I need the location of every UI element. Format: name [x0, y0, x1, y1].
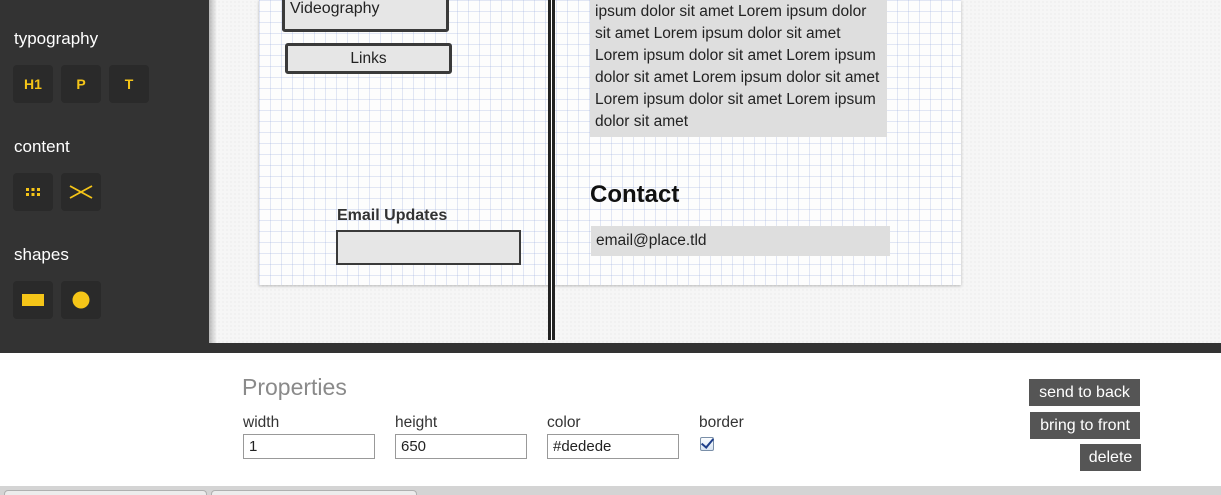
delete-button[interactable]: delete: [1080, 444, 1141, 471]
send-to-back-button[interactable]: send to back: [1029, 379, 1140, 406]
h1-icon: H1: [24, 76, 42, 92]
videography-label: Videography: [290, 0, 380, 17]
properties-panel: Properties width height color border sen…: [0, 343, 1221, 486]
design-page[interactable]: Videography Links ipsum dolor sit amet L…: [259, 0, 961, 340]
content-heading: content: [14, 137, 70, 156]
paragraph-icon: P: [76, 76, 86, 92]
text-tool-button[interactable]: T: [109, 65, 149, 103]
videography-nav-button[interactable]: Videography: [282, 0, 449, 32]
paragraph-tool-button[interactable]: P: [61, 65, 101, 103]
h1-tool-button[interactable]: H1: [13, 65, 53, 103]
grid-icon: [26, 188, 40, 196]
bring-to-front-button[interactable]: bring to front: [1030, 412, 1140, 439]
width-label: width: [243, 414, 280, 431]
text-icon: T: [124, 76, 134, 92]
links-label: Links: [350, 50, 387, 67]
grid-tool-button[interactable]: [13, 173, 53, 211]
rectangle-tool-button[interactable]: [13, 281, 53, 319]
shapes-heading: shapes: [14, 245, 69, 264]
selected-vertical-divider[interactable]: [548, 0, 555, 340]
width-input[interactable]: [243, 434, 375, 459]
lorem-text-block[interactable]: ipsum dolor sit amet Lorem ipsum dolor s…: [590, 0, 887, 137]
canvas-workspace: Videography Links ipsum dolor sit amet L…: [209, 0, 1221, 343]
bottom-tab-1[interactable]: [4, 490, 207, 495]
circle-tool-button[interactable]: [61, 281, 101, 319]
border-checkbox[interactable]: [700, 437, 714, 451]
height-label: height: [395, 414, 438, 431]
height-input[interactable]: [395, 434, 527, 459]
email-updates-label[interactable]: Email Updates: [337, 207, 447, 225]
email-text-block[interactable]: email@place.tld: [591, 226, 890, 256]
email-updates-field[interactable]: [336, 230, 521, 265]
properties-title: Properties: [242, 374, 347, 400]
elements-sidebar: typography H1 P T content shapes: [0, 0, 209, 343]
color-input[interactable]: [547, 434, 679, 459]
circle-icon: [72, 291, 90, 309]
color-label: color: [547, 414, 581, 431]
border-label: border: [699, 414, 744, 431]
links-nav-button[interactable]: Links: [285, 43, 452, 74]
bottom-tab-2[interactable]: [211, 490, 417, 495]
rectangle-icon: [22, 294, 44, 306]
typography-heading: typography: [14, 29, 99, 48]
contact-heading[interactable]: Contact: [590, 181, 679, 209]
cross-icon: [69, 185, 93, 199]
image-placeholder-tool-button[interactable]: [61, 173, 101, 211]
